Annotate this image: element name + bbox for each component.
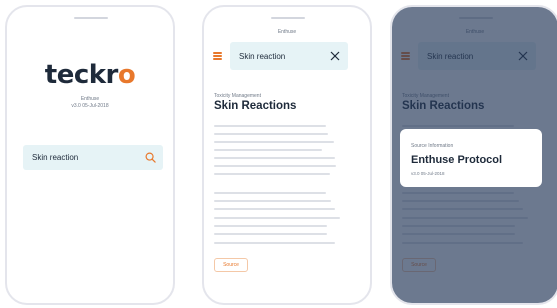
- menu-icon[interactable]: [213, 52, 222, 60]
- search-icon[interactable]: [145, 152, 156, 163]
- text-line: [214, 200, 331, 202]
- header-title: Enthuse: [277, 29, 297, 35]
- search-input[interactable]: Skin reaction: [23, 145, 163, 170]
- close-icon[interactable]: [330, 51, 340, 61]
- text-line: [214, 173, 330, 175]
- text-line: [214, 133, 328, 135]
- section-label: Toxicity Management: [214, 93, 261, 99]
- text-line: [214, 233, 327, 235]
- search-input-value: Skin reaction: [32, 153, 79, 162]
- app-version: v3.0 05-Jul-2018: [71, 103, 109, 109]
- phone-home-screen: teckro Enthuse v3.0 05-Jul-2018 Skin rea…: [5, 5, 175, 305]
- phone-notch: [271, 17, 305, 19]
- logo-text: teckr: [44, 60, 119, 90]
- text-line: [214, 157, 335, 159]
- text-line: [214, 141, 334, 143]
- text-line: [214, 192, 326, 194]
- text-line: [214, 149, 322, 151]
- phone-results-screen: Enthuse Skin reaction Toxicity Managemen…: [202, 5, 372, 305]
- app-meta: Enthuse v3.0 05-Jul-2018: [7, 96, 173, 110]
- modal-version: v3.0 05-Jul-2018: [411, 171, 445, 176]
- app-logo: teckro: [7, 62, 173, 88]
- text-line: [214, 208, 335, 210]
- logo-accent-letter: o: [117, 60, 136, 90]
- modal-title: Enthuse Protocol: [411, 154, 503, 166]
- text-line: [214, 242, 335, 244]
- page-title: Skin Reactions: [214, 100, 297, 112]
- modal-label: Source Information: [411, 143, 454, 149]
- search-field[interactable]: Skin reaction: [230, 42, 348, 70]
- app-name: Enthuse: [80, 96, 100, 102]
- content-placeholder-lines: [214, 125, 354, 250]
- text-line: [214, 225, 327, 227]
- phone-source-modal-screen: Enthuse Skin reaction Toxicity Managemen…: [390, 5, 557, 305]
- text-line: [214, 125, 326, 127]
- text-line: [214, 165, 336, 167]
- source-button[interactable]: Source: [214, 258, 248, 272]
- search-field-value: Skin reaction: [239, 52, 286, 61]
- source-info-modal: Source Information Enthuse Protocol v3.0…: [400, 129, 542, 187]
- phone-notch: [74, 17, 108, 19]
- text-line: [214, 217, 340, 219]
